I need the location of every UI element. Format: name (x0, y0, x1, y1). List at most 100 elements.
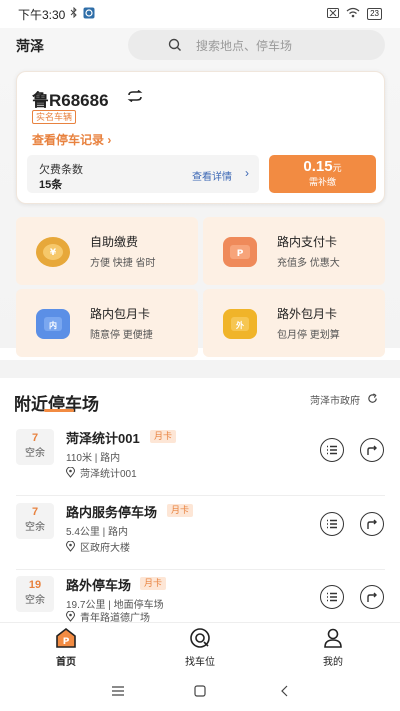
service-inner-monthly-card[interactable]: 内 路内包月卡 随意停 更便捷 (16, 289, 198, 357)
profile-icon (322, 627, 344, 649)
pay-amount-unit: 元 (332, 163, 342, 173)
search-placeholder: 搜索地点、停车场 (196, 38, 293, 53)
wifi-icon (346, 7, 360, 21)
lot-address-text: 区政府大楼 (80, 543, 130, 554)
service-desc: 充值多 优惠大 (277, 258, 340, 269)
service-title: 路内支付卡 (277, 235, 338, 249)
tab-label: 找车位 (185, 657, 215, 668)
yen-icon: ¥ (36, 237, 70, 267)
svg-text:¥: ¥ (50, 248, 57, 258)
search-icon (168, 38, 182, 55)
vacancy-label: 空余 (25, 522, 45, 533)
city-selector[interactable]: 菏泽 (16, 36, 44, 56)
back-icon[interactable] (276, 684, 292, 698)
view-details-link[interactable]: 查看详情 (192, 168, 232, 183)
title-underline (44, 409, 74, 412)
lot-name: 菏泽统计001 (66, 431, 140, 446)
location-pin-icon (66, 611, 75, 622)
bottom-tab-bar: P 首页 找车位 我的 (0, 622, 400, 672)
pay-arrears-button[interactable]: 0.15元 需补缴 (269, 155, 376, 193)
home-square-icon[interactable] (192, 684, 208, 698)
lot-details-button[interactable] (320, 585, 344, 609)
tab-label: 首页 (56, 657, 76, 668)
tab-profile[interactable]: 我的 (298, 627, 368, 671)
vacancy-label: 空余 (25, 595, 45, 606)
chevron-right-icon: › (245, 166, 249, 180)
nearby-header: 附近停车场 菏泽市政府 (0, 388, 400, 418)
vacancy-label: 空余 (25, 448, 45, 459)
service-desc: 方便 快捷 省时 (90, 258, 156, 269)
pay-label: 需补缴 (308, 177, 336, 187)
service-title: 路外包月卡 (277, 307, 338, 321)
service-outer-monthly-card[interactable]: 外 路外包月卡 包月停 更划算 (203, 289, 385, 357)
location-pin-icon (66, 541, 75, 552)
tab-find-spot[interactable]: 找车位 (165, 627, 235, 671)
parking-card-icon: P (223, 237, 257, 267)
system-nav-bar (0, 672, 400, 711)
parking-records-link[interactable]: 查看停车记录 › (32, 131, 111, 148)
outer-card-icon: 外 (223, 309, 257, 339)
service-inner-pay-card[interactable]: P 路内支付卡 充值多 优惠大 (203, 217, 385, 285)
vacancy-box: 7 空余 (16, 503, 54, 539)
find-spot-icon (189, 627, 211, 649)
lot-address: 菏泽统计001 (66, 465, 137, 480)
lot-address-text: 菏泽统计001 (80, 469, 137, 480)
arrears-label: 欠费条数 (39, 164, 83, 176)
navigate-button[interactable] (360, 512, 384, 536)
parking-lot-item[interactable]: 7 空余 路内服务停车场 月卡 5.4公里 | 路内 区政府大楼 (0, 500, 400, 570)
monthly-card-badge: 月卡 (150, 430, 177, 443)
svg-text:内: 内 (49, 320, 57, 330)
service-self-pay[interactable]: ¥ 自助缴费 方便 快捷 省时 (16, 217, 198, 285)
monthly-card-badge: 月卡 (167, 504, 194, 517)
current-location: 菏泽市政府 (310, 396, 360, 407)
refresh-location-icon[interactable] (367, 391, 378, 409)
lot-name: 路内服务停车场 (66, 505, 158, 520)
services-grid: ¥ 自助缴费 方便 快捷 省时 P 路内支付卡 充值多 优惠大 内 路内包月卡 … (16, 217, 385, 357)
tab-label: 我的 (323, 657, 343, 668)
pay-amount-value: 0.15 (303, 158, 333, 175)
lot-details-button[interactable] (320, 438, 344, 462)
lot-details-button[interactable] (320, 512, 344, 536)
svg-text:外: 外 (236, 320, 244, 330)
vacancy-box: 7 空余 (16, 429, 54, 465)
lot-name: 路外停车场 (66, 578, 132, 593)
search-input[interactable]: 搜索地点、停车场 (128, 30, 385, 60)
parking-lot-item[interactable]: 7 空余 菏泽统计001 月卡 110米 | 路内 菏泽统计001 (0, 426, 400, 496)
plate-number: 鲁R68686 (32, 91, 109, 110)
realname-badge: 实名车辆 (32, 110, 77, 124)
navigate-button[interactable] (360, 585, 384, 609)
lot-address: 区政府大楼 (66, 539, 130, 554)
vacancy-box: 19 空余 (16, 576, 54, 612)
battery-icon: 23 (367, 8, 382, 20)
status-bar: 下午3:30 23 (0, 0, 400, 28)
arrears-box[interactable]: 欠费条数 15条 查看详情 › (27, 155, 259, 193)
divider (16, 569, 385, 570)
home-parking-icon: P (55, 627, 77, 649)
service-title: 自助缴费 (90, 235, 139, 249)
service-desc: 包月停 更划算 (277, 330, 340, 341)
vacancy-count: 7 (31, 432, 39, 444)
navigate-button[interactable] (360, 438, 384, 462)
app-notification-icon (83, 7, 95, 22)
vehicle-card: 鲁R68686 实名车辆 查看停车记录 › 欠费条数 15条 查看详情 › 0.… (16, 71, 385, 204)
vacancy-count: 19 (28, 579, 42, 591)
switch-vehicle-icon[interactable] (127, 89, 143, 107)
monthly-card-badge: 月卡 (140, 577, 167, 590)
arrears-count: 15条 (39, 179, 63, 191)
vacancy-count: 7 (31, 506, 39, 518)
menu-icon[interactable] (110, 684, 126, 698)
location-pin-icon (66, 467, 75, 478)
tab-home[interactable]: P 首页 (31, 627, 101, 671)
svg-text:P: P (237, 249, 244, 259)
status-time: 下午3:30 (18, 7, 66, 22)
service-title: 路内包月卡 (90, 307, 151, 321)
lot-info: 110米 | 路内 (66, 453, 121, 464)
section-divider (0, 360, 400, 378)
inner-card-icon: 内 (36, 309, 70, 339)
svg-text:P: P (63, 637, 70, 647)
divider (16, 495, 385, 496)
parking-lot-item[interactable]: 19 空余 路外停车场 月卡 19.7公里 | 地面停车场 青年路道德广场 (0, 573, 400, 624)
chevron-right-icon: › (104, 133, 112, 147)
sim-off-icon (327, 7, 340, 21)
parking-records-label: 查看停车记录 (32, 133, 105, 147)
